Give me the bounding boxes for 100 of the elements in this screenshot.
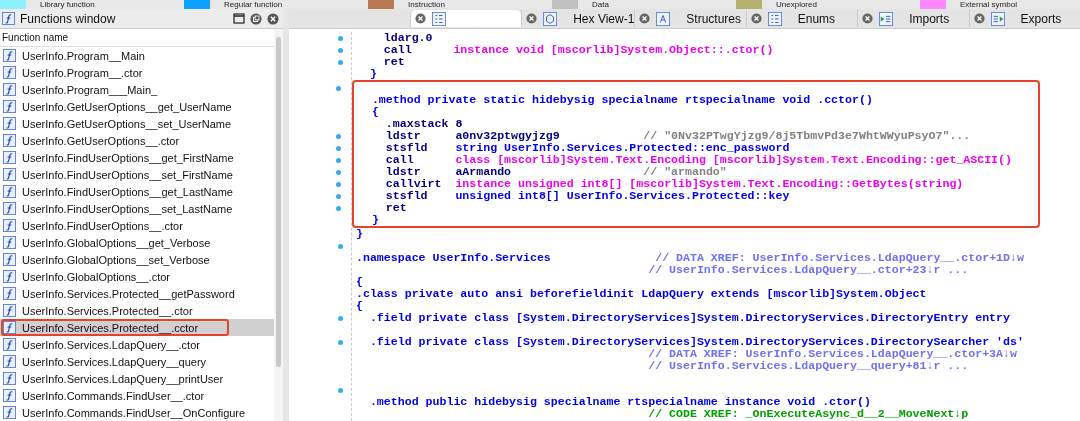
function-icon — [3, 117, 16, 130]
function-icon — [3, 151, 16, 164]
legend-label: Unexplored — [775, 0, 818, 9]
close-icon[interactable] — [639, 13, 651, 24]
tab[interactable]: Imports — [857, 10, 969, 27]
function-row[interactable]: UserInfo.Services.LdapQuery__query — [0, 353, 274, 370]
function-row[interactable]: UserInfo.FindUserOptions__set_FirstName — [0, 166, 274, 183]
function-icon — [3, 219, 16, 232]
code-line: .maxstack 8 — [384, 117, 463, 130]
structure-icon — [656, 11, 671, 26]
code-line: ret — [384, 201, 407, 214]
function-row[interactable]: UserInfo.Services.LdapQuery__printUser — [0, 370, 274, 387]
code-line: ldstr aArmando // "armando" — [384, 165, 727, 178]
function-icon — [3, 202, 16, 215]
function-row[interactable]: UserInfo.Services.LdapQuery__.ctor — [0, 336, 274, 353]
function-icon — [3, 185, 16, 198]
function-row[interactable]: UserInfo.GetUserOptions__get_UserName — [0, 98, 274, 115]
tab[interactable]: Hex View-1 — [521, 10, 635, 27]
function-row[interactable]: UserInfo.FindUserOptions__set_LastName — [0, 200, 274, 217]
legend-label: Regular function — [223, 0, 284, 9]
function-row[interactable]: UserInfo.FindUserOptions__get_FirstName — [0, 149, 274, 166]
function-icon — [3, 406, 16, 419]
function-icon — [3, 321, 16, 334]
close-icon[interactable] — [526, 13, 538, 24]
function-icon — [3, 66, 16, 79]
hexagon-icon — [543, 11, 558, 26]
function-icon — [2, 12, 15, 25]
legend-label: Data — [591, 0, 610, 9]
code-line: .method public hidebysig specialname rtspecialname instance void .ctor() — [368, 395, 871, 408]
code-line: stsfld string UserInfo.Services.Protected::enc_password — [384, 141, 790, 154]
function-icon — [3, 253, 16, 266]
function-row[interactable]: UserInfo.GlobalOptions__.ctor — [0, 268, 274, 285]
code-line: // DATA XREF: UserInfo.Services.LdapQuery__.ctor+3A↓w — [647, 347, 1017, 360]
tab[interactable]: Structures — [634, 10, 746, 27]
code-line: // UserInfo.Services.LdapQuery__query+81↓r ... — [647, 359, 969, 372]
code-line: // UserInfo.Services.LdapQuery__.ctor+23↓r ... — [647, 263, 969, 276]
function-row[interactable]: UserInfo.GlobalOptions__get_Verbose — [0, 234, 274, 251]
function-icon — [3, 372, 16, 385]
function-icon — [3, 168, 16, 181]
function-row[interactable]: UserInfo.Commands.FindUser__OnConfigure — [0, 404, 274, 421]
function-row[interactable]: UserInfo.GlobalOptions__set_Verbose — [0, 251, 274, 268]
detach-icon[interactable] — [250, 12, 262, 25]
close-icon[interactable] — [750, 13, 762, 24]
function-icon — [3, 236, 16, 249]
function-icon — [3, 134, 16, 147]
legend-label: Instruction — [407, 0, 446, 9]
code-line: { — [370, 105, 379, 118]
code-line: call instance void [mscorlib]System.Object::.ctor() — [382, 43, 774, 56]
code-line: } — [370, 213, 379, 226]
code-line: } — [368, 67, 377, 80]
function-row[interactable]: UserInfo.Services.Protected__getPassword — [0, 285, 274, 302]
close-icon[interactable] — [267, 12, 279, 25]
function-row[interactable]: UserInfo.Program___Main_ — [0, 81, 274, 98]
function-row[interactable]: UserInfo.Services.Protected__.cctor — [0, 319, 274, 336]
code-line: call class [mscorlib]System.Text.Encoding [mscorlib]System.Text.Encoding::get_ASCII() — [384, 153, 1012, 166]
function-row[interactable]: UserInfo.GetUserOptions__.ctor — [0, 132, 274, 149]
code-line: .method private static hidebysig specialname rtspecialname void .cctor() — [370, 93, 873, 106]
function-icon — [3, 355, 16, 368]
list-icon — [431, 11, 446, 26]
function-row[interactable]: UserInfo.Program__.ctor — [0, 64, 274, 81]
close-icon[interactable] — [862, 13, 874, 24]
tab[interactable]: Enums — [745, 10, 858, 27]
function-icon — [3, 83, 16, 96]
function-row[interactable]: UserInfo.GetUserOptions__set_UserName — [0, 115, 274, 132]
column-header[interactable]: Function name — [0, 29, 274, 47]
tab[interactable]: Exports — [968, 10, 1080, 27]
function-icon — [3, 270, 16, 283]
code-line: { — [356, 299, 363, 312]
tab[interactable] — [409, 10, 522, 27]
code-line: { — [356, 275, 363, 288]
maximize-icon[interactable] — [233, 12, 245, 25]
function-row[interactable]: UserInfo.FindUserOptions__.ctor — [0, 217, 274, 234]
function-icon — [3, 49, 16, 62]
function-row[interactable]: UserInfo.FindUserOptions__get_LastName — [0, 183, 274, 200]
code-line: .field private class [System.DirectoryServices]System.DirectoryServices.DirectoryEntry entry — [368, 311, 1010, 324]
code-line: callvirt instance unsigned int8[] [mscorlib]System.Text.Encoding::GetBytes(string) — [384, 177, 964, 190]
function-row[interactable]: UserInfo.Commands.FindUser__.ctor — [0, 387, 274, 404]
function-row[interactable]: UserInfo.Program__Main — [0, 47, 274, 64]
window-title: Functions window — [20, 11, 116, 26]
list-icon — [767, 11, 782, 26]
function-icon — [3, 389, 16, 402]
function-row[interactable]: UserInfo.Services.Protected__.ctor — [0, 302, 274, 319]
scrollbar[interactable] — [274, 29, 283, 421]
function-icon — [3, 100, 16, 113]
close-icon[interactable] — [973, 13, 985, 24]
code-line: } — [356, 227, 363, 240]
code-line: ret — [382, 55, 405, 68]
function-icon — [3, 338, 16, 351]
code-line: stsfld unsigned int8[] UserInfo.Services.Protected::key — [384, 189, 790, 202]
legend-label: Library function — [39, 0, 96, 9]
code-line: .namespace UserInfo.Services // DATA XREF: UserInfo.Services.LdapQuery__.ctor+1D↓w — [356, 251, 1024, 264]
code-line: // CODE XREF: _OnExecuteAsync_d__2__MoveNext↓p — [647, 407, 969, 420]
import-icon — [879, 11, 894, 26]
code-line: ldarg.0 — [382, 31, 433, 44]
code-line: .class private auto ansi beforefieldinit LdapQuery extends [mscorlib]System.Object — [356, 287, 927, 300]
function-icon — [3, 304, 16, 317]
function-icon — [3, 287, 16, 300]
legend-label: External symbol — [959, 0, 1018, 9]
export-icon — [990, 11, 1005, 26]
close-icon[interactable] — [414, 13, 426, 24]
